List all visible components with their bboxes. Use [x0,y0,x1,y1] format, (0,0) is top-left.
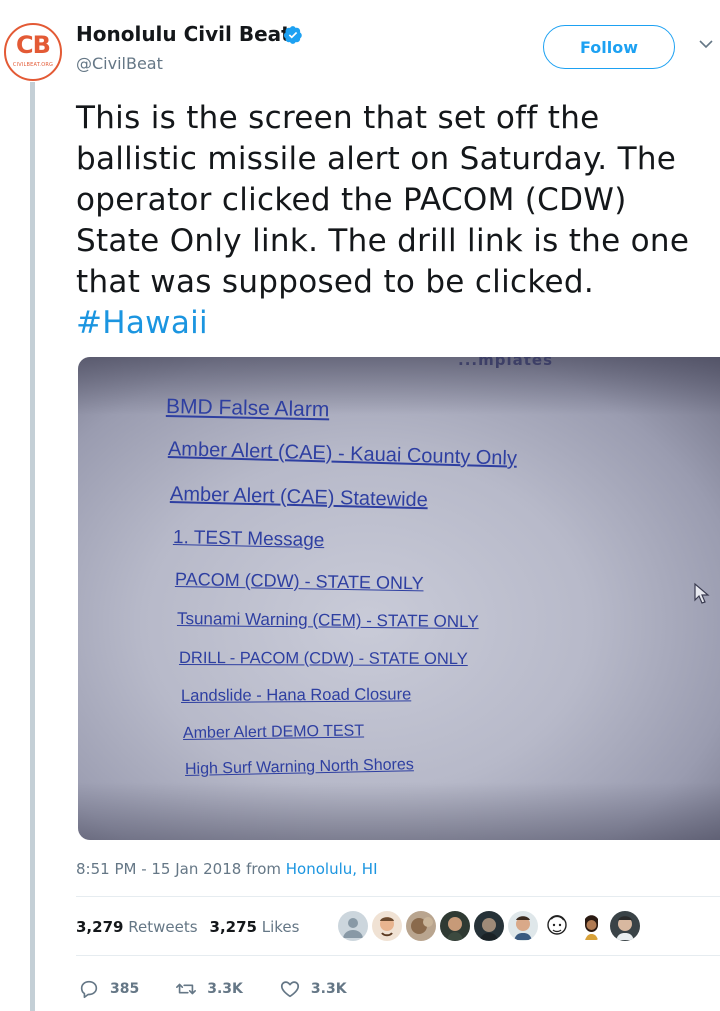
likes-count: 3,275 [209,918,257,936]
likes-stat[interactable]: 3,275 Likes [210,918,300,936]
retweet-action[interactable]: 3.3K [175,978,243,1000]
liker-avatar[interactable] [474,911,504,941]
mouse-cursor-icon [694,582,710,604]
like-action[interactable]: 3.3K [279,978,347,1000]
retweet-count: 3.3K [207,981,243,997]
avatar-logo-text: CB [16,31,51,59]
retweets-stat[interactable]: 3,279 Retweets [76,918,198,936]
photo-link-landslide: Landslide - Hana Road Closure [180,685,412,705]
photo-link-tsunami-warning: Tsunami Warning (CEM) - STATE ONLY [176,609,479,632]
photo-link-bmd-false-alarm: BMD False Alarm [165,395,330,422]
photo-header-fragment: ...mplates [458,357,553,369]
follow-button[interactable]: Follow [543,25,675,69]
author-name[interactable]: Honolulu Civil Beat [76,22,291,46]
divider-bottom [76,955,720,956]
avatar[interactable]: CB CIVILBEAT.ORG [4,23,62,81]
reply-count: 385 [110,981,140,997]
timestamp-text[interactable]: 8:51 PM - 15 Jan 2018 from [76,860,286,878]
retweets-label: Retweets [128,918,198,936]
hashtag-link[interactable]: #Hawaii [76,305,208,341]
retweets-count: 3,279 [76,918,124,936]
tweet-body: This is the screen that set off the ball… [76,100,690,300]
thread-line [30,82,35,1011]
liker-avatar[interactable] [440,911,470,941]
likers-avatars[interactable] [338,911,640,941]
tweet-timestamp: 8:51 PM - 15 Jan 2018 from Honolulu, HI [76,860,378,878]
retweet-icon [176,983,197,995]
engagement-stats: 3,279 Retweets 3,275 Likes [76,918,299,936]
chevron-down-icon[interactable] [698,38,714,50]
liker-avatar[interactable] [338,911,368,941]
tweet-actions: 385 3.3K 3.3K [78,978,383,1000]
liker-avatar[interactable] [576,911,606,941]
verified-badge-icon [283,26,302,44]
liker-avatar[interactable] [508,911,538,941]
tweet-photo[interactable]: ...mplates BMD False Alarm Amber Alert (… [78,357,720,840]
photo-link-test-message: 1. TEST Message [172,527,325,552]
reply-icon [80,980,98,999]
photo-link-pacom-state-only: PACOM (CDW) - STATE ONLY [174,569,424,594]
avatar-logo-subtext: CIVILBEAT.ORG [12,62,54,68]
photo-link-drill-pacom: DRILL - PACOM (CDW) - STATE ONLY [178,649,468,669]
likes-label: Likes [261,918,300,936]
liker-avatar[interactable] [542,911,572,941]
heart-icon [280,981,299,998]
liker-avatar[interactable] [372,911,402,941]
location-link[interactable]: Honolulu, HI [286,860,378,878]
photo-link-amber-demo: Amber Alert DEMO TEST [182,722,365,742]
liker-avatar[interactable] [610,911,640,941]
tweet-text: This is the screen that set off the ball… [76,98,706,344]
reply-action[interactable]: 385 [78,978,139,1000]
like-count: 3.3K [310,981,347,997]
author-handle[interactable]: @CivilBeat [76,54,163,73]
divider-top [76,896,720,897]
liker-avatar[interactable] [406,911,436,941]
